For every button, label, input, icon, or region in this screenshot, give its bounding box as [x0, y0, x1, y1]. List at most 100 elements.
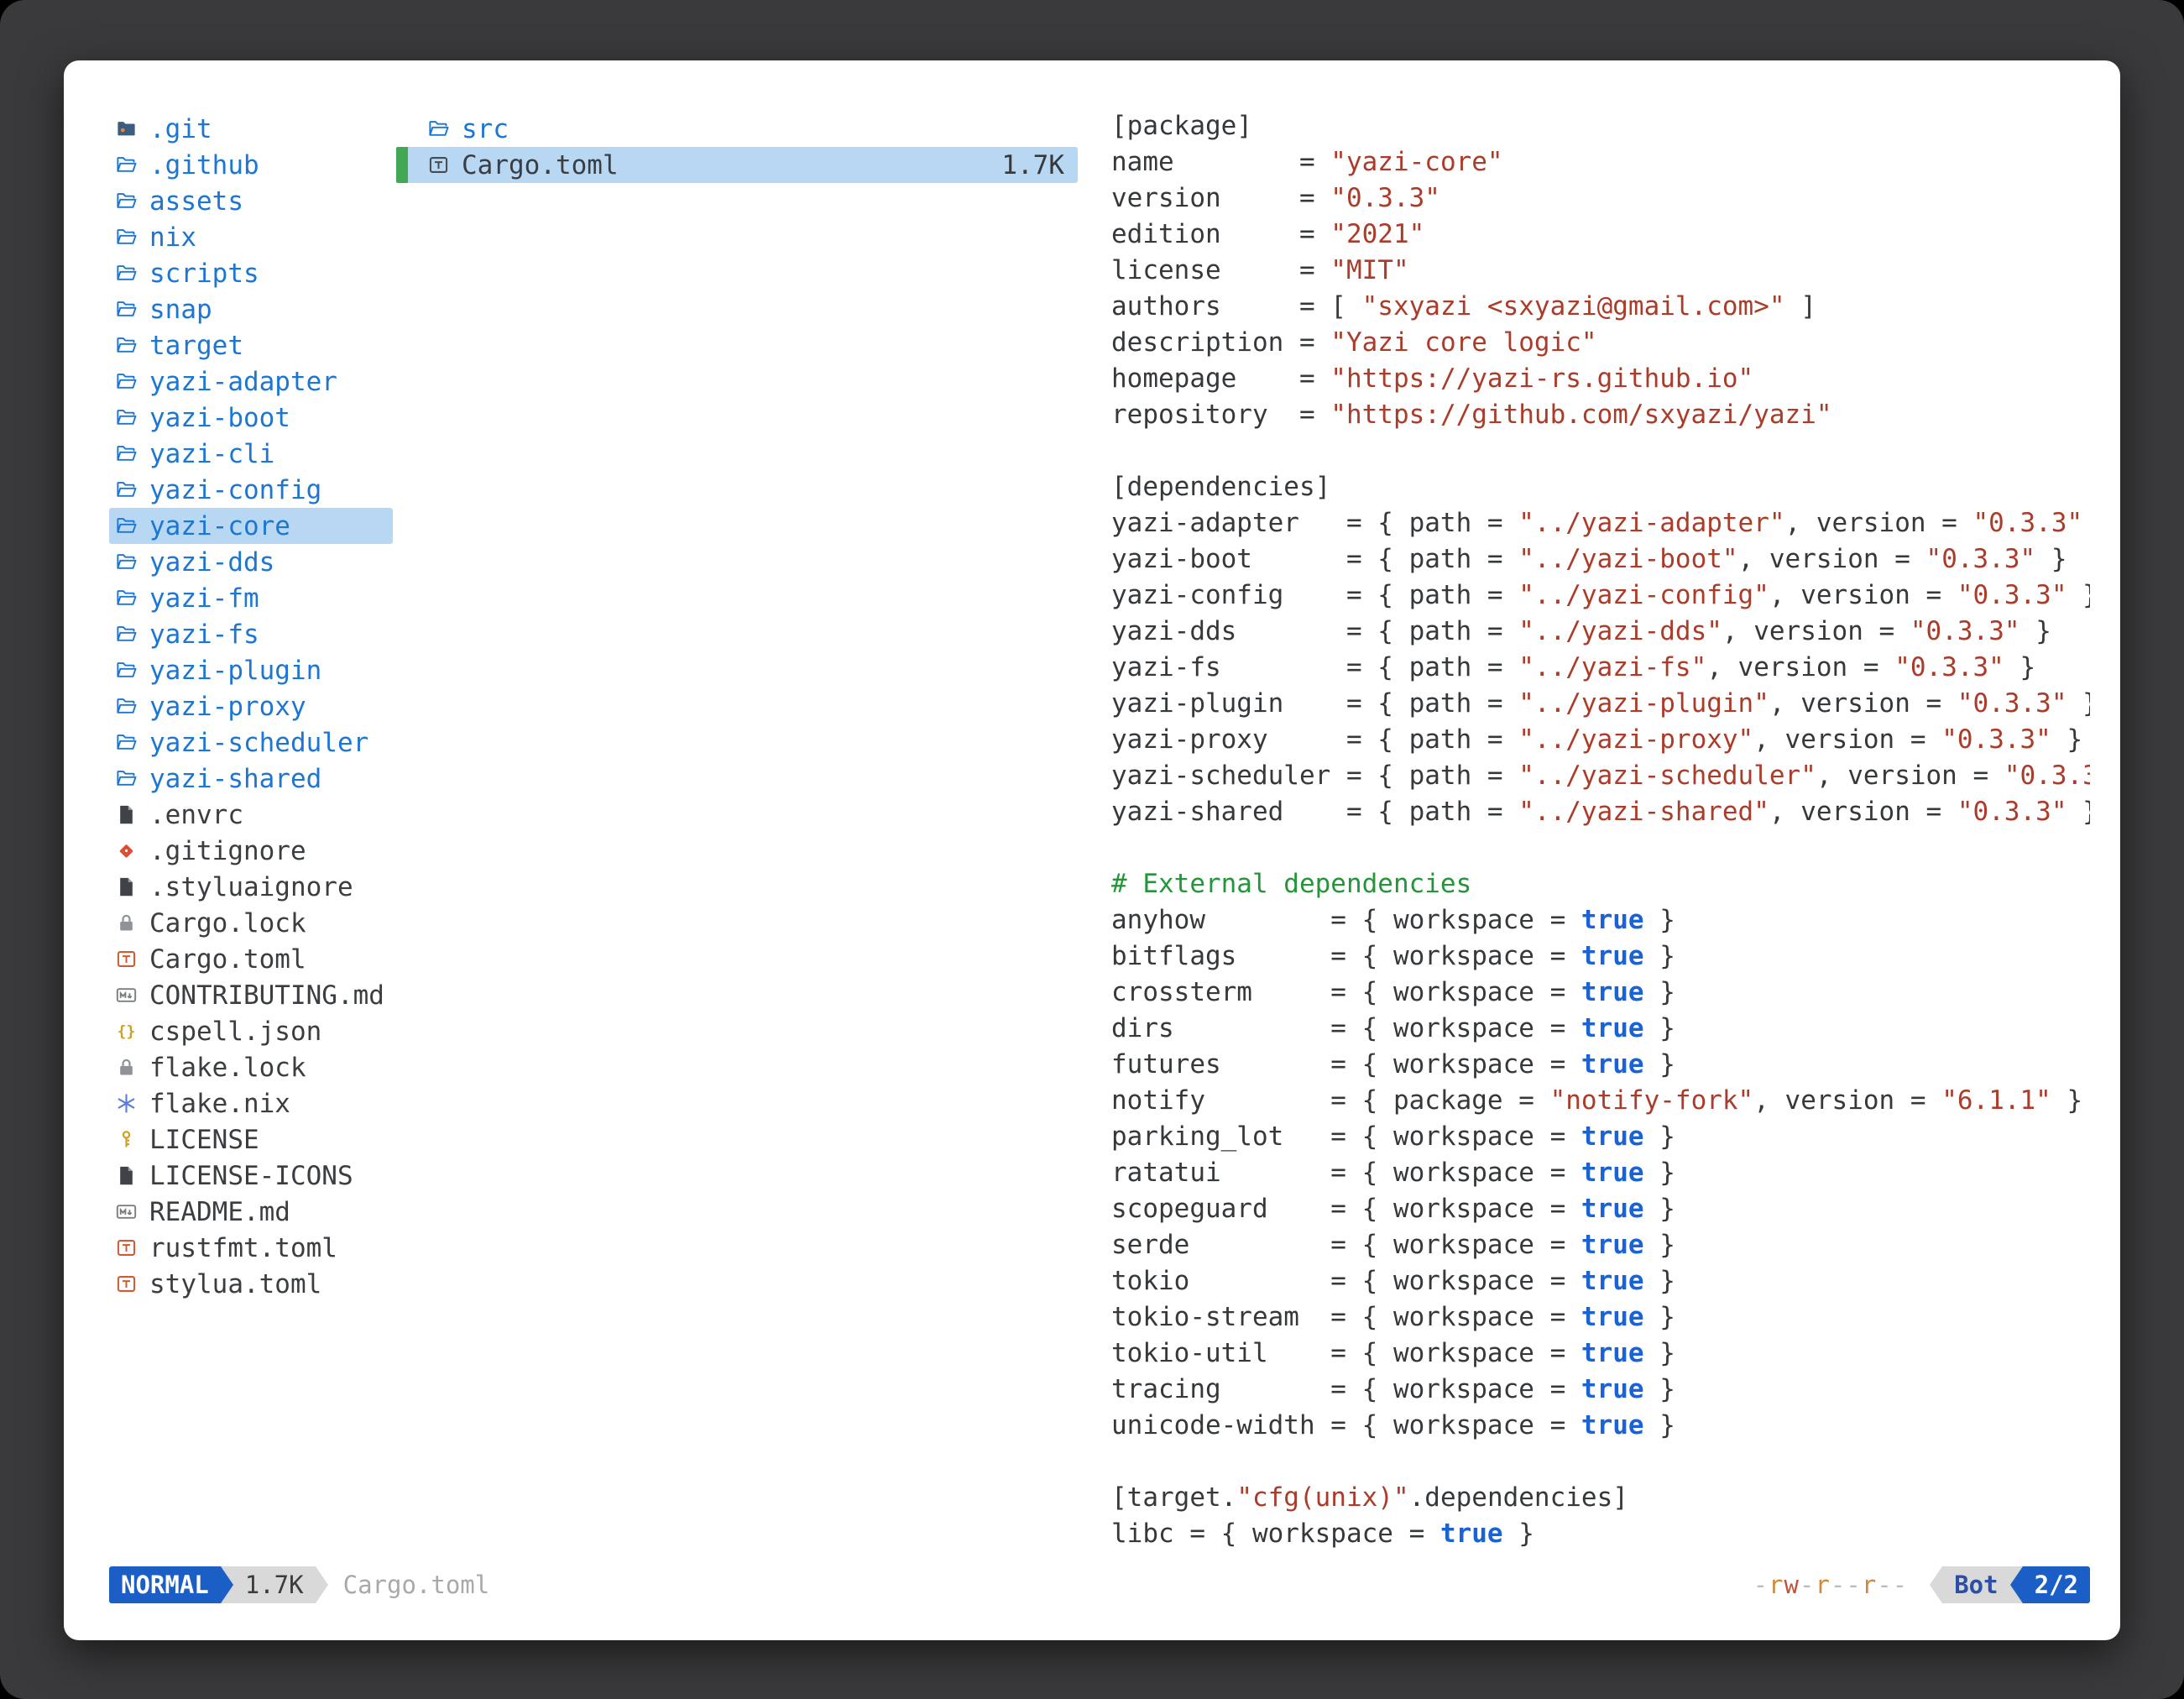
markdown-icon [112, 982, 139, 1009]
file-row[interactable]: yazi-adapter [109, 363, 393, 400]
preview-line: homepage = "https://yazi-rs.github.io" [1111, 363, 2090, 400]
file-size-badge: 1.7K [233, 1566, 316, 1603]
file-row[interactable]: .git [109, 111, 393, 147]
current-directory-pane[interactable]: srcCargo.toml1.7K [396, 111, 1078, 1556]
file-row[interactable]: yazi-config [109, 472, 393, 508]
file-row[interactable]: yazi-fm [109, 580, 393, 616]
folder-icon [112, 729, 139, 756]
file-label: Cargo.toml [149, 944, 306, 975]
file-row[interactable]: Cargo.toml1.7K [396, 147, 1078, 183]
file-row[interactable]: yazi-dds [109, 544, 393, 580]
file-label: flake.nix [149, 1089, 290, 1119]
preview-line: yazi-boot = { path = "../yazi-boot", ver… [1111, 544, 2090, 580]
file-row[interactable]: stylua.toml [109, 1266, 393, 1302]
folder-icon [425, 116, 452, 143]
file-row[interactable]: .gitignore [109, 833, 393, 869]
gitignore-icon [112, 838, 139, 865]
file-row[interactable]: yazi-boot [109, 400, 393, 436]
preview-line: yazi-plugin = { path = "../yazi-plugin",… [1111, 688, 2090, 724]
file-row[interactable]: Cargo.lock [109, 905, 393, 941]
file-label: yazi-fs [149, 619, 259, 650]
preview-line: yazi-config = { path = "../yazi-config",… [1111, 580, 2090, 616]
preview-line: name = "yazi-core" [1111, 147, 2090, 183]
status-bar: NORMAL 1.7K Cargo.toml -rw-r--r-- Bot 2/… [109, 1566, 2090, 1603]
preview-line: serde = { workspace = true } [1111, 1230, 2090, 1266]
file-row[interactable]: yazi-fs [109, 616, 393, 652]
file-row[interactable]: src [396, 111, 1078, 147]
folder-icon [112, 332, 139, 359]
file-row[interactable]: nix [109, 219, 393, 255]
file-label: flake.lock [149, 1053, 306, 1083]
preview-line: version = "0.3.3" [1111, 183, 2090, 219]
file-label: README.md [149, 1197, 290, 1227]
status-filename: Cargo.toml [343, 1566, 490, 1603]
file-row[interactable]: .styluaignore [109, 869, 393, 905]
folder-icon [112, 585, 139, 612]
file-label: target [149, 331, 243, 361]
file-row[interactable]: yazi-cli [109, 436, 393, 472]
preview-line: [target."cfg(unix)".dependencies] [1111, 1482, 2090, 1519]
file-row[interactable]: {}cspell.json [109, 1013, 393, 1049]
file-row[interactable]: scripts [109, 255, 393, 291]
preview-line: yazi-shared = { path = "../yazi-shared",… [1111, 797, 2090, 833]
preview-line: tokio-stream = { workspace = true } [1111, 1302, 2090, 1338]
file-row[interactable]: Cargo.toml [109, 941, 393, 977]
file-row[interactable]: yazi-plugin [109, 652, 393, 688]
file-label: .github [149, 150, 259, 180]
folder-icon [112, 260, 139, 287]
mode-badge: NORMAL [109, 1566, 221, 1603]
preview-line: parking_lot = { workspace = true } [1111, 1121, 2090, 1158]
file-label: LICENSE [149, 1125, 259, 1155]
preview-line: license = "MIT" [1111, 255, 2090, 291]
markdown-icon [112, 1199, 139, 1226]
nix-icon [112, 1090, 139, 1117]
file-label: .envrc [149, 800, 243, 830]
file-row[interactable]: yazi-proxy [109, 688, 393, 724]
file-row[interactable]: CONTRIBUTING.md [109, 977, 393, 1013]
toml-icon [112, 1271, 139, 1298]
preview-line: scopeguard = { workspace = true } [1111, 1194, 2090, 1230]
file-label: yazi-cli [149, 439, 274, 469]
file-row[interactable]: flake.nix [109, 1085, 393, 1121]
file-row[interactable]: .github [109, 147, 393, 183]
file-row[interactable]: yazi-scheduler [109, 724, 393, 761]
file-row[interactable]: README.md [109, 1194, 393, 1230]
file-label: yazi-dds [149, 547, 274, 578]
file-row[interactable]: rustfmt.toml [109, 1230, 393, 1266]
file-size: 1.7K [1001, 150, 1078, 180]
folder-icon [112, 296, 139, 323]
preview-line: bitflags = { workspace = true } [1111, 941, 2090, 977]
preview-line: yazi-dds = { path = "../yazi-dds", versi… [1111, 616, 2090, 652]
preview-line: repository = "https://github.com/sxyazi/… [1111, 400, 2090, 436]
desktop-background: .git.githubassetsnixscripts snap target yaz… [0, 0, 2184, 1699]
file-icon [112, 874, 139, 901]
folder-icon [112, 766, 139, 792]
yazi-file-manager-window: .git.githubassetsnixscripts snap target yaz… [64, 60, 2120, 1640]
folder-icon [112, 477, 139, 504]
file-label: nix [149, 222, 196, 253]
parent-directory-pane[interactable]: .git.githubassetsnixscripts snap target yaz… [109, 111, 393, 1556]
preview-line: edition = "2021" [1111, 219, 2090, 255]
file-row[interactable]: .envrc [109, 797, 393, 833]
file-row[interactable]: target [109, 327, 393, 363]
file-row[interactable]: yazi-shared [109, 761, 393, 797]
preview-line: yazi-adapter = { path = "../yazi-adapter… [1111, 508, 2090, 544]
file-row[interactable]: LICENSE-ICONS [109, 1158, 393, 1194]
preview-line: crossterm = { workspace = true } [1111, 977, 2090, 1013]
file-row[interactable]: flake.lock [109, 1049, 393, 1085]
file-row[interactable]: yazi-core [109, 508, 393, 544]
file-row[interactable]: snap [109, 291, 393, 327]
preview-line: unicode-width = { workspace = true } [1111, 1410, 2090, 1446]
preview-line: tokio-util = { workspace = true } [1111, 1338, 2090, 1374]
file-label: yazi-adapter [149, 367, 337, 397]
folder-icon [112, 405, 139, 431]
preview-line: tracing = { workspace = true } [1111, 1374, 2090, 1410]
status-spacer [489, 1566, 1753, 1603]
file-label: CONTRIBUTING.md [149, 980, 384, 1011]
license-icon [112, 1127, 139, 1153]
file-icon [112, 1163, 139, 1189]
scroll-position-badge: Bot [1942, 1566, 2009, 1603]
file-row[interactable]: assets [109, 183, 393, 219]
file-row[interactable]: LICENSE [109, 1121, 393, 1158]
file-label: snap [149, 295, 212, 325]
